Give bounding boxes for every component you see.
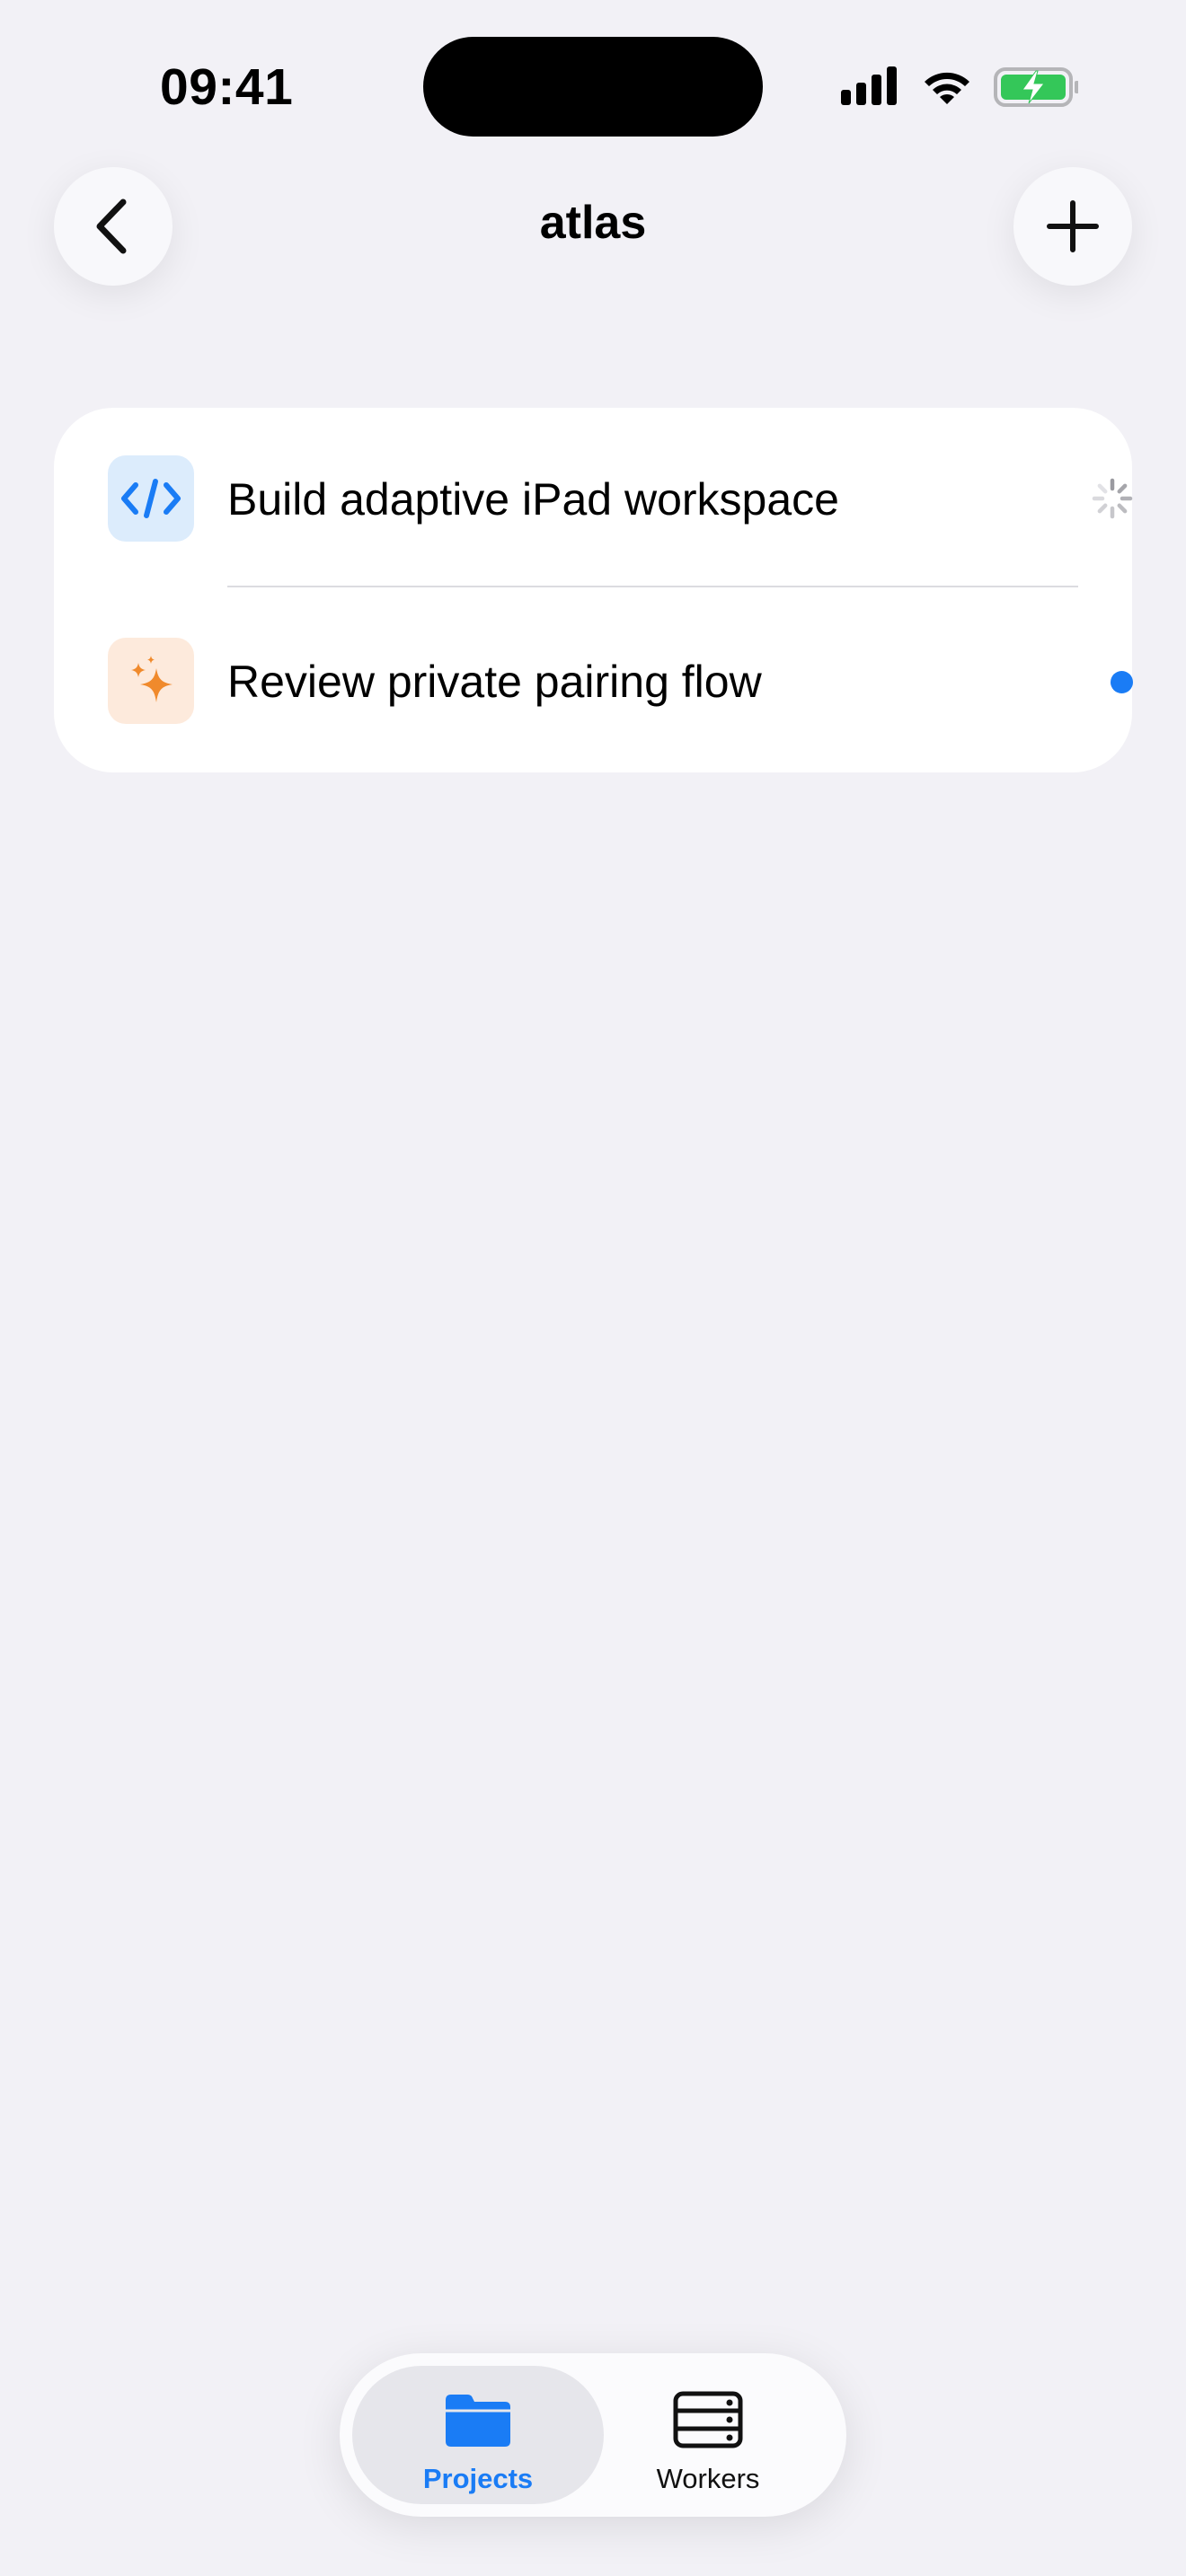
list-item[interactable]: Review private pairing flow (54, 590, 1133, 772)
tab-bar: Projects Workers (340, 2353, 846, 2517)
battery-charging-icon (994, 67, 1078, 107)
thread-title: Review private pairing flow (227, 657, 762, 707)
unread-indicator (1111, 671, 1133, 693)
tab-label: Projects (422, 2463, 534, 2494)
code-icon (108, 455, 194, 542)
page-title: atlas (539, 197, 647, 249)
plus-icon (1047, 200, 1099, 252)
wifi-icon (925, 72, 969, 104)
list-item[interactable]: Build adaptive iPad workspace (54, 408, 1133, 590)
divider (227, 586, 1078, 587)
thread-title: Build adaptive iPad workspace (227, 474, 839, 525)
thread-list: Build adaptive iPad workspace Review pri… (54, 408, 1133, 772)
dynamic-island (423, 37, 763, 137)
tab-workers[interactable]: Workers (582, 2366, 834, 2504)
tab-projects[interactable]: Projects (352, 2366, 604, 2504)
status-icons (841, 66, 1078, 107)
cellular-signal-icon (841, 66, 897, 105)
loading-spinner-icon (1092, 478, 1133, 519)
tab-label: Workers (656, 2463, 760, 2494)
status-time: 09:41 (160, 58, 294, 116)
add-button[interactable] (1013, 167, 1132, 286)
server-rack-icon (673, 2391, 743, 2448)
folder-icon (446, 2395, 510, 2447)
sparkles-icon (108, 638, 194, 724)
